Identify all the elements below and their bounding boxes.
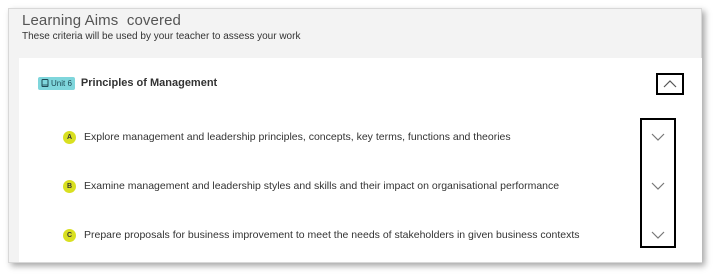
book-icon — [41, 79, 49, 87]
aim-text: Prepare proposals for business improveme… — [84, 229, 580, 241]
aim-letter-badge: B — [63, 179, 76, 193]
expand-aim-a-button[interactable] — [642, 126, 674, 148]
expand-aim-c-button[interactable] — [642, 224, 674, 246]
chevron-down-icon — [651, 182, 665, 190]
page-title: Learning Aims covered — [22, 12, 181, 29]
chevron-up-icon — [663, 80, 677, 88]
aim-expand-controls — [640, 118, 676, 248]
aim-letter-badge: A — [63, 130, 76, 144]
page-subtitle: These criteria will be used by your teac… — [22, 31, 301, 42]
unit-badge-label: Unit 6 — [51, 78, 72, 88]
chevron-down-icon — [651, 231, 665, 239]
collapse-unit-button[interactable] — [656, 73, 684, 95]
learning-aims-panel: Learning Aims covered These criteria wil… — [8, 8, 702, 263]
unit-title: Principles of Management — [80, 77, 218, 89]
panel-header: Learning Aims covered These criteria wil… — [22, 12, 300, 42]
learning-aim-a: A Explore management and leadership prin… — [63, 129, 511, 145]
unit-card: Unit 6 Principles of Management A Explor… — [19, 58, 702, 262]
unit-header: Unit 6 Principles of Management — [38, 75, 217, 91]
learning-aim-b: B Examine management and leadership styl… — [63, 178, 559, 194]
learning-aim-c: C Prepare proposals for business improve… — [63, 227, 580, 243]
chevron-down-icon — [651, 133, 665, 141]
expand-aim-b-button[interactable] — [642, 175, 674, 197]
unit-badge: Unit 6 — [38, 76, 75, 90]
aim-text: Explore management and leadership princi… — [84, 131, 511, 143]
aim-text: Examine management and leadership styles… — [84, 180, 560, 192]
aim-letter-badge: C — [63, 228, 76, 242]
